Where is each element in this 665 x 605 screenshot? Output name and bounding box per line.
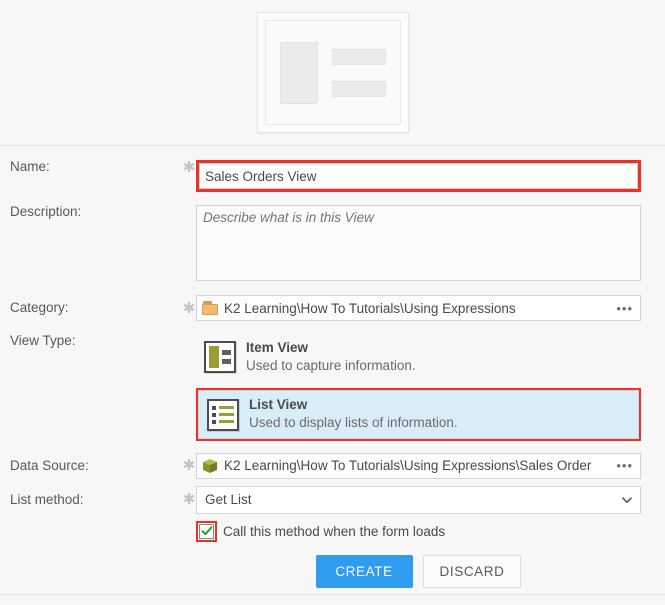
list-view-icon bbox=[207, 399, 239, 431]
action-buttons: CREATE DISCARD bbox=[196, 555, 641, 588]
item-view-description: Used to capture information. bbox=[246, 357, 416, 375]
data-source-browse-button[interactable]: ••• bbox=[613, 459, 636, 472]
name-input[interactable] bbox=[199, 163, 638, 189]
description-field-wrap bbox=[196, 205, 665, 284]
preview-block bbox=[280, 42, 318, 104]
list-view-title: List View bbox=[249, 397, 458, 414]
category-picker[interactable]: K2 Learning\How To Tutorials\Using Expre… bbox=[196, 295, 641, 321]
data-source-required-marker: ✱ bbox=[182, 458, 196, 473]
category-browse-button[interactable]: ••• bbox=[613, 302, 636, 315]
item-view-text: Item View Used to capture information. bbox=[246, 340, 416, 374]
smartobject-cube-icon bbox=[202, 458, 218, 474]
view-type-required-marker: ✱ bbox=[182, 334, 196, 349]
chevron-down-icon[interactable] bbox=[620, 493, 634, 507]
category-field-wrap: K2 Learning\How To Tutorials\Using Expre… bbox=[196, 295, 665, 321]
data-source-picker[interactable]: K2 Learning\How To Tutorials\Using Expre… bbox=[196, 453, 641, 479]
list-view-preview-placeholder-icon bbox=[265, 20, 401, 125]
view-type-option-list-view[interactable]: List View Used to display lists of infor… bbox=[198, 390, 639, 438]
name-highlight-box bbox=[196, 160, 641, 192]
description-label: Description: bbox=[0, 205, 182, 219]
item-view-title: Item View bbox=[246, 340, 416, 357]
view-type-option-item-view[interactable]: Item View Used to capture information. bbox=[196, 334, 641, 380]
list-view-highlight-box: List View Used to display lists of infor… bbox=[196, 388, 641, 440]
view-properties-form: Name: ✱ Description: ✱ Category: ✱ bbox=[0, 160, 665, 588]
category-required-marker: ✱ bbox=[182, 301, 196, 316]
list-method-required-marker: ✱ bbox=[182, 492, 196, 507]
data-source-row: Data Source: ✱ K2 Learning\How To Tutori… bbox=[0, 453, 665, 479]
list-method-row: List method: ✱ Get List bbox=[0, 486, 665, 514]
list-view-description: Used to display lists of information. bbox=[249, 414, 458, 432]
call-on-load-checkbox[interactable] bbox=[199, 524, 214, 539]
name-row: Name: ✱ bbox=[0, 160, 665, 192]
create-view-wizard: Name: ✱ Description: ✱ Category: ✱ bbox=[0, 0, 665, 605]
list-method-dropdown[interactable]: Get List bbox=[196, 486, 641, 514]
call-on-load-label: Call this method when the form loads bbox=[223, 524, 445, 539]
description-required-marker: ✱ bbox=[182, 205, 196, 220]
view-type-label: View Type: bbox=[0, 334, 182, 348]
view-type-row: View Type: ✱ Item View Used to capture i… bbox=[0, 334, 665, 441]
name-field-wrap bbox=[196, 160, 665, 192]
list-view-text: List View Used to display lists of infor… bbox=[249, 397, 458, 431]
description-row: Description: ✱ bbox=[0, 205, 665, 284]
preview-line bbox=[332, 81, 386, 97]
folder-icon bbox=[202, 301, 218, 315]
discard-button[interactable]: DISCARD bbox=[423, 555, 522, 588]
category-row: Category: ✱ K2 Learning\How To Tutorials… bbox=[0, 295, 665, 321]
data-source-value: K2 Learning\How To Tutorials\Using Expre… bbox=[224, 458, 613, 473]
call-on-load-field-wrap: Call this method when the form loads CRE… bbox=[196, 514, 665, 588]
name-label: Name: bbox=[0, 160, 182, 174]
view-preview-card bbox=[257, 12, 409, 133]
view-type-options: Item View Used to capture information. bbox=[196, 334, 665, 441]
list-method-value: Get List bbox=[205, 492, 620, 507]
list-method-field-wrap: Get List bbox=[196, 486, 665, 514]
item-view-icon bbox=[204, 341, 236, 373]
name-required-marker: ✱ bbox=[182, 160, 196, 175]
call-on-load-control: Call this method when the form loads bbox=[196, 521, 641, 542]
view-preview-zone bbox=[0, 0, 665, 146]
preview-lines bbox=[332, 49, 386, 97]
bottom-divider bbox=[0, 594, 665, 595]
data-source-field-wrap: K2 Learning\How To Tutorials\Using Expre… bbox=[196, 453, 665, 479]
checkbox-highlight-box bbox=[196, 521, 217, 542]
call-on-load-row: ✱ Call this method when the form loads C… bbox=[0, 514, 665, 588]
create-button[interactable]: CREATE bbox=[316, 555, 413, 588]
category-value: K2 Learning\How To Tutorials\Using Expre… bbox=[224, 301, 613, 316]
description-textarea[interactable] bbox=[196, 205, 641, 281]
list-method-label: List method: bbox=[0, 493, 182, 507]
preview-line bbox=[332, 49, 386, 65]
category-label: Category: bbox=[0, 301, 182, 315]
data-source-label: Data Source: bbox=[0, 459, 182, 473]
